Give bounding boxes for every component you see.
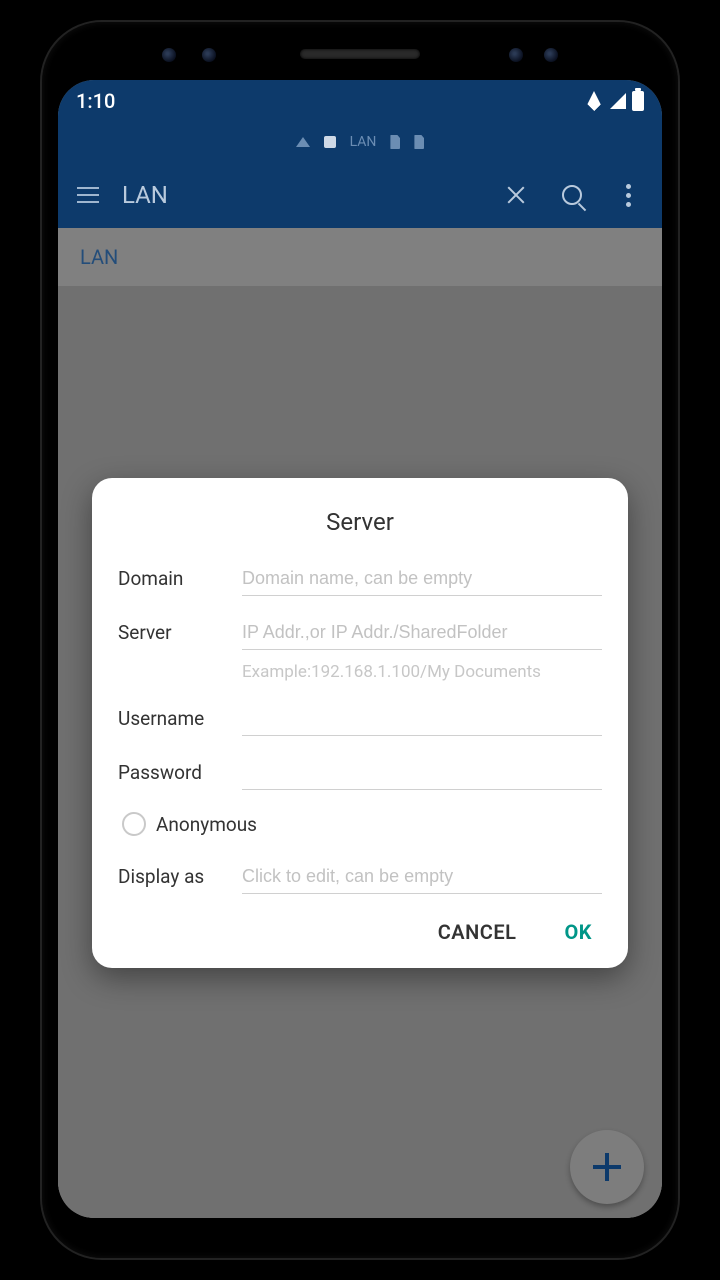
sd-icon[interactable] bbox=[414, 135, 424, 149]
sd-icon[interactable] bbox=[390, 135, 400, 149]
breadcrumb-label[interactable]: LAN bbox=[350, 134, 377, 150]
display-input[interactable] bbox=[242, 862, 602, 894]
add-fab[interactable] bbox=[570, 1130, 644, 1204]
bezel-top bbox=[42, 22, 678, 86]
password-label: Password bbox=[118, 761, 236, 790]
camera-dot bbox=[544, 48, 558, 62]
home-icon[interactable] bbox=[296, 137, 310, 147]
search-button[interactable] bbox=[548, 171, 596, 219]
server-hint: Example:192.168.1.100/My Documents bbox=[242, 662, 602, 682]
signal-icon bbox=[610, 93, 626, 109]
menu-button[interactable] bbox=[68, 175, 108, 215]
server-dialog: Server Domain Server Example:192.168.1.1… bbox=[92, 478, 628, 968]
cancel-button[interactable]: CANCEL bbox=[438, 920, 517, 944]
overflow-button[interactable] bbox=[604, 171, 652, 219]
password-input[interactable] bbox=[242, 758, 602, 790]
speaker-grill bbox=[300, 49, 420, 59]
screen: 1:10 LAN LAN LAN bbox=[58, 80, 662, 1218]
status-time: 1:10 bbox=[76, 89, 115, 113]
domain-input[interactable] bbox=[242, 564, 602, 596]
username-input[interactable] bbox=[242, 704, 602, 736]
status-bar: 1:10 bbox=[58, 80, 662, 122]
anonymous-label: Anonymous bbox=[156, 813, 257, 836]
domain-label: Domain bbox=[118, 567, 236, 596]
camera-dot bbox=[509, 48, 523, 62]
server-input[interactable] bbox=[242, 618, 602, 650]
server-label: Server bbox=[118, 621, 236, 650]
breadcrumb-bar: LAN bbox=[58, 122, 662, 162]
anonymous-checkbox[interactable] bbox=[122, 812, 146, 836]
dialog-title: Server bbox=[118, 508, 602, 536]
content-area: LAN Server Domain Server Example:192.168… bbox=[58, 228, 662, 1218]
lan-crumb-icon[interactable] bbox=[324, 136, 336, 148]
ok-button[interactable]: OK bbox=[564, 920, 592, 944]
wifi-icon bbox=[584, 91, 604, 111]
battery-icon bbox=[632, 91, 644, 111]
plus-icon bbox=[593, 1153, 621, 1181]
app-bar: LAN bbox=[58, 162, 662, 228]
phone-frame: 1:10 LAN LAN LAN bbox=[42, 22, 678, 1258]
close-button[interactable] bbox=[492, 171, 540, 219]
status-icons bbox=[584, 91, 644, 111]
appbar-title: LAN bbox=[122, 181, 168, 209]
camera-dot bbox=[202, 48, 216, 62]
search-icon bbox=[562, 185, 582, 205]
close-icon bbox=[505, 184, 527, 206]
username-label: Username bbox=[118, 707, 236, 736]
camera-dot bbox=[162, 48, 176, 62]
display-label: Display as bbox=[118, 865, 236, 894]
more-icon bbox=[626, 184, 631, 207]
